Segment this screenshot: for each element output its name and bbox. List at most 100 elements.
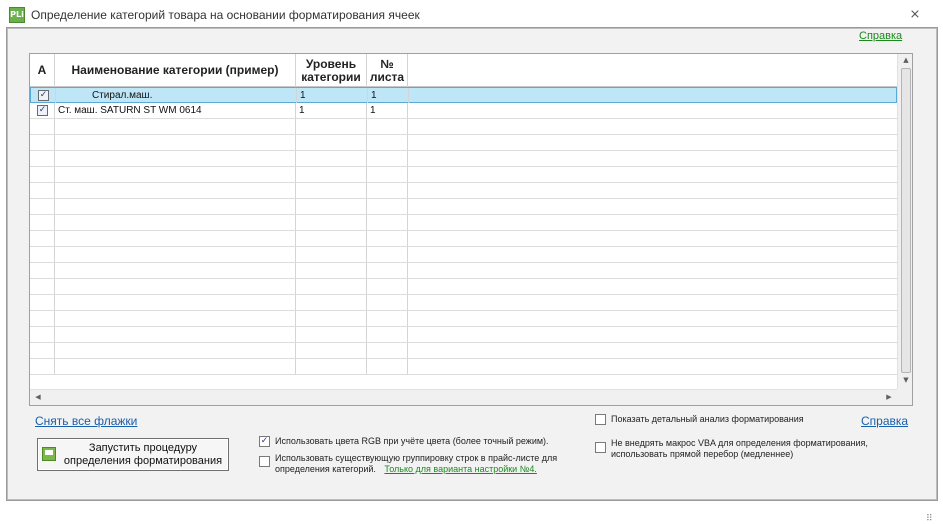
column-header-level[interactable]: Уровень категории [296,54,367,87]
empty-table-row[interactable] [30,135,897,151]
empty-table-row[interactable] [30,247,897,263]
empty-cell [55,343,296,358]
sheet-number-cell: 1 [368,88,409,103]
empty-cell [30,215,55,230]
column-header-check[interactable]: A [30,54,55,87]
empty-cell [367,327,408,342]
help-link-top[interactable]: Справка [859,30,902,42]
empty-cell [30,183,55,198]
use-grouping-label: Использовать существующую группировку ст… [275,453,558,463]
empty-cell [367,199,408,214]
empty-cell [296,327,367,342]
empty-cell [296,295,367,310]
table-row[interactable]: ✓ Стирал.маш. 1 1 [30,87,897,103]
use-grouping-checkbox[interactable] [259,456,270,467]
resize-grip-icon[interactable]: ⠿ [926,514,933,524]
scroll-down-icon[interactable]: ▼ [898,376,912,384]
empty-table-row[interactable] [30,295,897,311]
dialog-content: Справка A Наименование категории (пример… [8,29,936,524]
scroll-right-icon[interactable]: ▶ [881,393,897,401]
empty-cell [30,119,55,134]
empty-cell [367,231,408,246]
check-icon: ✓ [260,436,269,446]
table-row[interactable]: ✓ Ст. маш. SATURN ST WM 0614 1 1 [30,103,897,119]
run-procedure-button[interactable]: Запустить процедуру определения форматир… [37,438,229,471]
dialog-window: PLi Определение категорий товара на осно… [0,0,943,524]
empty-cell [408,327,897,342]
empty-cell [408,135,897,150]
scrollbar-corner [897,389,912,405]
empty-cell [55,279,296,294]
empty-table-row[interactable] [30,343,897,359]
empty-table-row[interactable] [30,119,897,135]
empty-cell [367,183,408,198]
empty-cell [408,263,897,278]
app-icon: PLi [9,7,25,23]
empty-table-row[interactable] [30,199,897,215]
close-icon[interactable]: ⨯ [908,8,922,22]
row-checkbox[interactable]: ✓ [37,105,48,116]
empty-cell [408,231,897,246]
empty-cell [55,199,296,214]
row-checkbox[interactable]: ✓ [38,90,49,101]
empty-cell [367,151,408,166]
empty-table-row[interactable] [30,167,897,183]
row-check-cell: ✓ [30,103,55,118]
use-rgb-checkbox[interactable]: ✓ [259,436,270,447]
empty-table-row[interactable] [30,151,897,167]
empty-cell [367,279,408,294]
empty-table-row[interactable] [30,183,897,199]
horizontal-scrollbar[interactable]: ◀ ▶ [30,389,897,405]
empty-cell [296,199,367,214]
empty-table-row[interactable] [30,327,897,343]
show-analysis-label: Показать детальный анализ форматирования [611,414,804,424]
scroll-up-icon[interactable]: ▲ [898,56,912,64]
empty-table-row[interactable] [30,215,897,231]
dialog-frame: Справка A Наименование категории (пример… [6,27,938,524]
empty-cell [408,183,897,198]
vertical-scrollbar[interactable]: ▲ ▼ [897,54,912,390]
variant4-link[interactable]: Только для варианта настройки №4. [384,464,536,474]
window-title: Определение категорий товара на основани… [31,8,420,22]
empty-cell [30,135,55,150]
no-vba-checkbox[interactable] [595,442,606,453]
check-icon: ✓ [39,90,48,100]
scroll-thumb[interactable] [901,68,911,373]
grid-body: ✓ Стирал.маш. 1 1 ✓ Ст. маш. SATURN ST WM 061… [30,87,897,389]
row-check-cell: ✓ [31,88,56,103]
empty-cell [296,167,367,182]
filler-cell [409,88,897,103]
show-analysis-checkbox[interactable] [595,414,606,425]
clear-all-flags-link[interactable]: Снять все флажки [35,414,137,428]
help-link-bottom[interactable]: Справка [861,414,908,428]
scroll-left-icon[interactable]: ◀ [30,393,46,401]
empty-cell [296,119,367,134]
empty-cell [296,183,367,198]
empty-cell [408,311,897,326]
empty-cell [296,311,367,326]
empty-table-row[interactable] [30,231,897,247]
empty-cell [408,151,897,166]
use-grouping-label-line2: определения категорий. [275,464,376,474]
empty-cell [367,263,408,278]
empty-cell [408,215,897,230]
empty-cell [296,247,367,262]
empty-table-row[interactable] [30,359,897,375]
category-name-cell: Ст. маш. SATURN ST WM 0614 [55,103,296,118]
empty-cell [296,279,367,294]
empty-table-row[interactable] [30,311,897,327]
empty-cell [30,295,55,310]
column-header-name[interactable]: Наименование категории (пример) [55,54,296,87]
empty-table-row[interactable] [30,263,897,279]
empty-cell [296,343,367,358]
empty-table-row[interactable] [30,279,897,295]
check-icon: ✓ [38,105,47,115]
title-bar: PLi Определение категорий товара на осно… [0,0,943,30]
no-vba-label-2: использовать прямой перебор (медленнее) [611,449,794,459]
column-header-sheet[interactable]: № листа [367,54,408,87]
empty-cell [367,343,408,358]
category-grid[interactable]: A Наименование категории (пример) Уровен… [29,53,913,406]
use-grouping-label-2: определения категорий. Только для вариан… [275,464,537,475]
category-name-cell: Стирал.маш. [56,88,297,103]
empty-cell [408,343,897,358]
